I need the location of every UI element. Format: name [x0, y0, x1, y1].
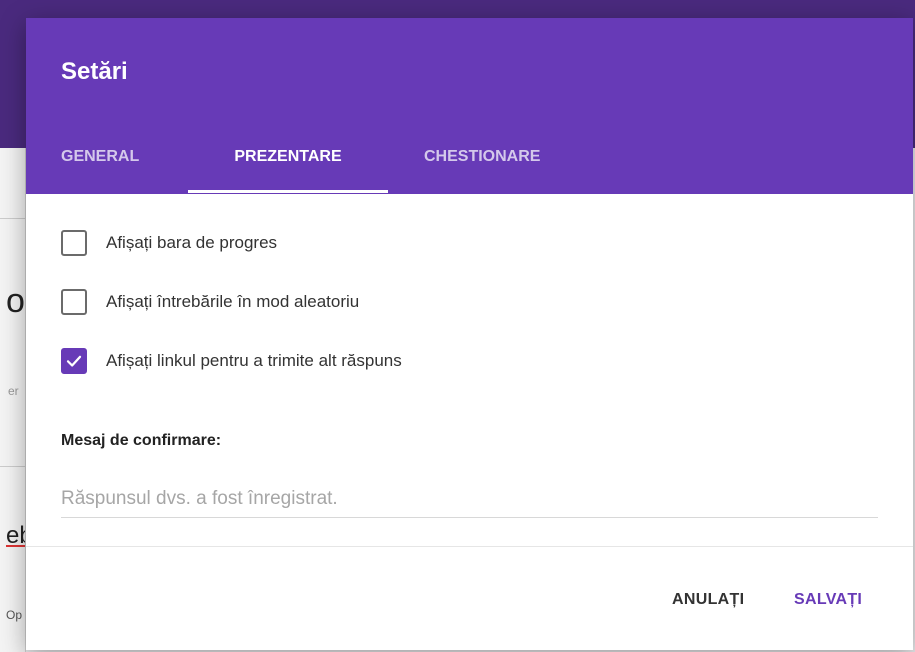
checkbox-checked[interactable]	[61, 348, 87, 374]
checkbox-unchecked[interactable]	[61, 230, 87, 256]
settings-dialog: Setări GENERAL PREZENTARE CHESTIONARE Af…	[26, 18, 913, 650]
option-label: Afișați linkul pentru a trimite alt răsp…	[106, 351, 402, 370]
tab-bar: GENERAL PREZENTARE CHESTIONARE	[26, 136, 626, 194]
background-text-fragment: or	[6, 282, 25, 320]
dialog-header: Setări GENERAL PREZENTARE CHESTIONARE	[26, 18, 913, 194]
active-tab-indicator	[188, 190, 388, 193]
background-divider	[0, 218, 25, 219]
option-show-submit-another-link[interactable]: Afișați linkul pentru a trimite alt răsp…	[61, 346, 561, 376]
background-text-fragment: Op	[6, 608, 23, 622]
cancel-button[interactable]: ANULAȚI	[672, 584, 744, 616]
background-text-fragment: eb	[6, 522, 25, 549]
footer-divider	[26, 546, 913, 547]
checkmark-icon	[66, 355, 82, 367]
option-show-progress-bar[interactable]: Afișați bara de progres	[61, 228, 561, 258]
background-divider	[0, 466, 25, 467]
option-shuffle-questions[interactable]: Afișați întrebările în mod aleatoriu	[61, 287, 561, 317]
tab-prezentare[interactable]: PREZENTARE	[188, 136, 388, 194]
checkbox-unchecked[interactable]	[61, 289, 87, 315]
option-label: Afișați bara de progres	[106, 233, 278, 252]
confirmation-message-input[interactable]	[61, 480, 878, 518]
background-text-fragment: er	[8, 384, 19, 398]
background-page-edge: or er eb Op	[0, 148, 26, 652]
save-button[interactable]: SALVAȚI	[794, 584, 862, 616]
tab-chestionare[interactable]: CHESTIONARE	[424, 136, 564, 194]
option-label: Afișați întrebările în mod aleatoriu	[106, 292, 360, 311]
confirmation-message-label: Mesaj de confirmare:	[61, 432, 222, 449]
tab-general[interactable]: GENERAL	[61, 136, 153, 194]
dialog-title: Setări	[61, 58, 128, 85]
